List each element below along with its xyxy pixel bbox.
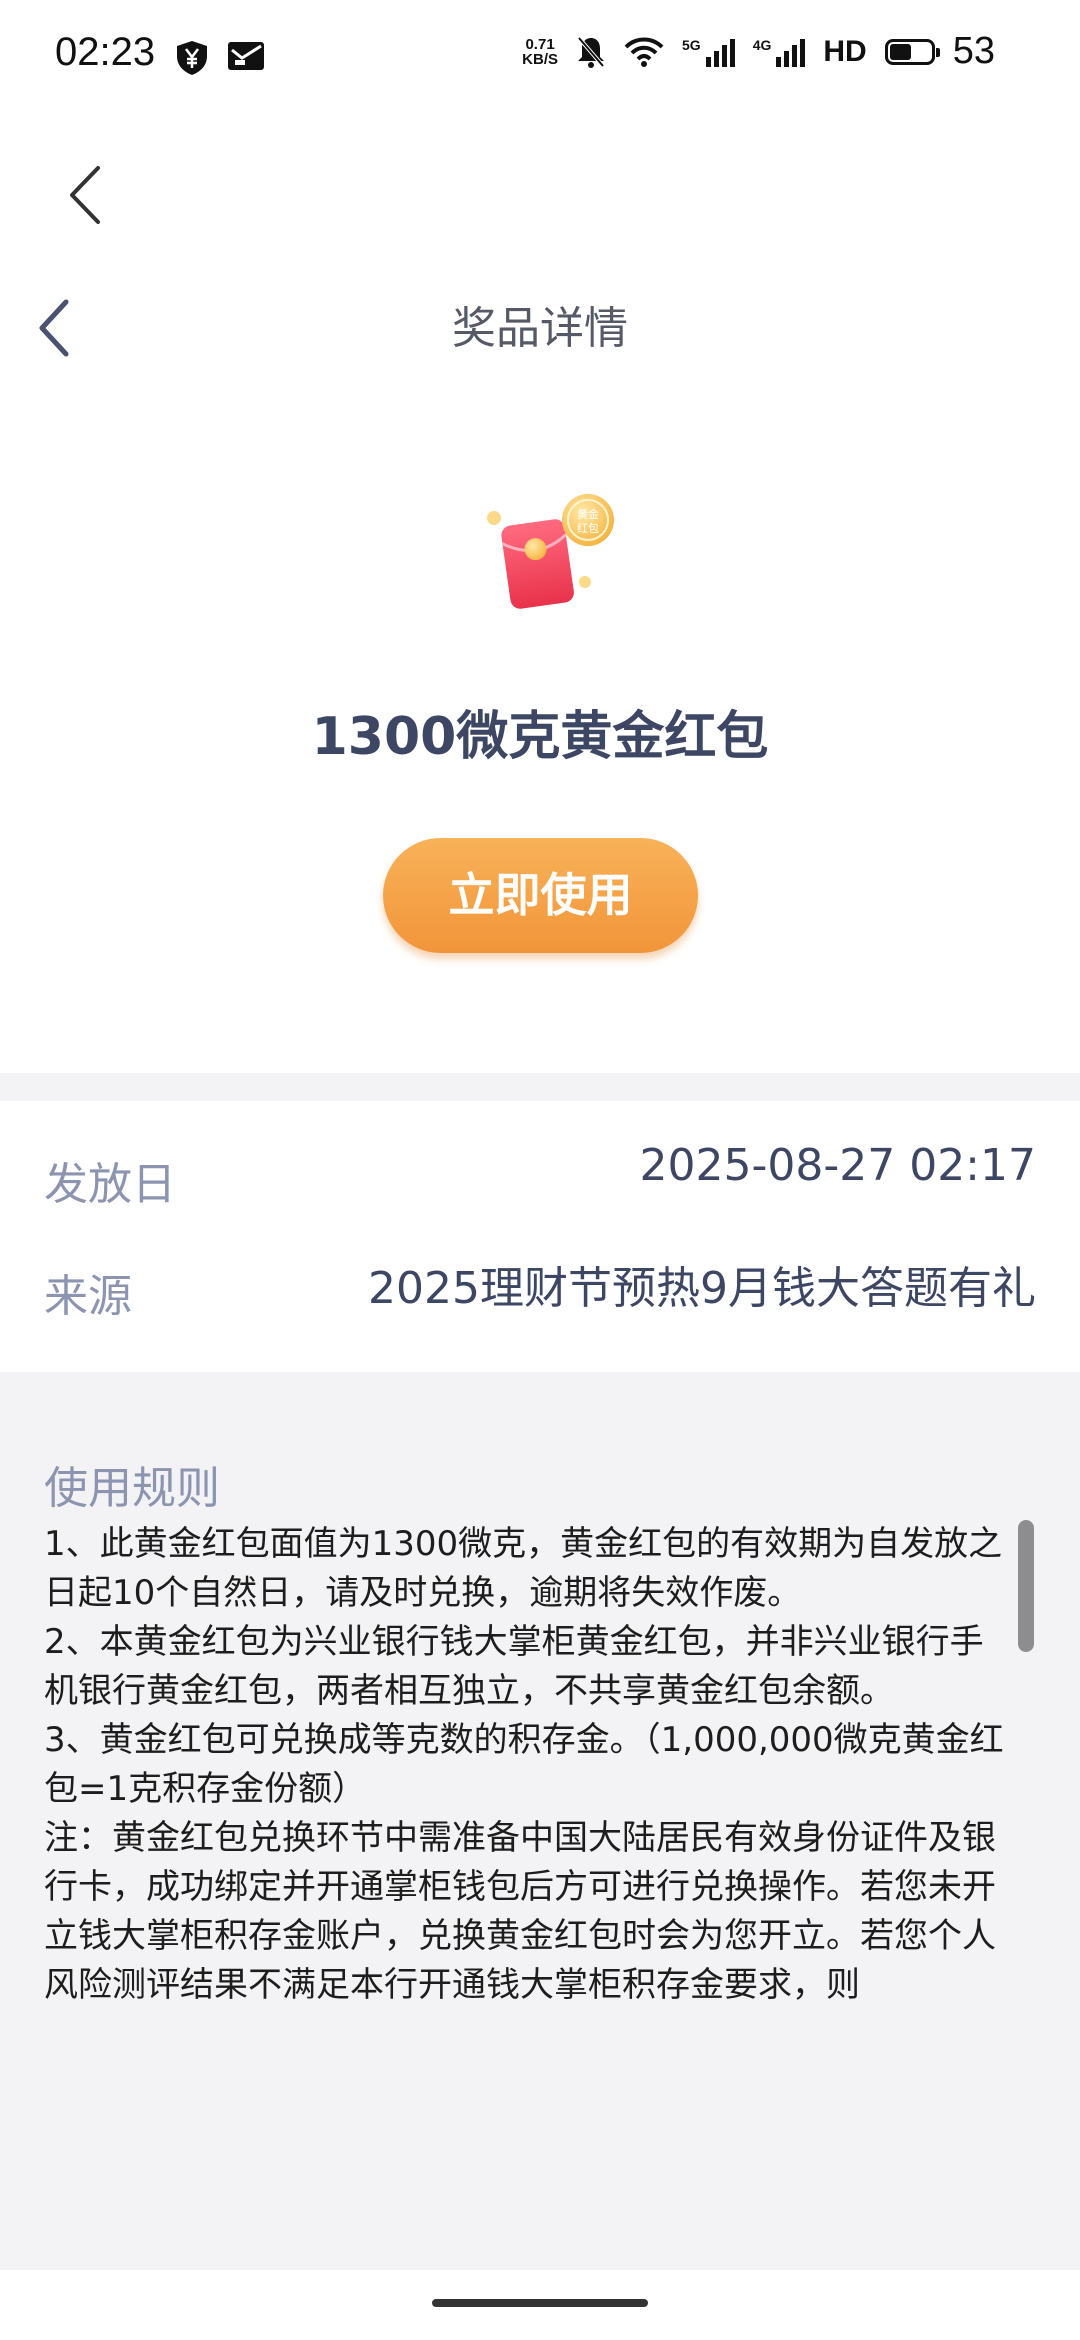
- home-indicator[interactable]: [432, 2299, 648, 2307]
- rules-title: 使用规则: [44, 1463, 220, 1514]
- net-speed: 0.71 KB/S: [522, 37, 558, 67]
- rule-paragraph: 3、黄金红包可兑换成等克数的积存金。（1,000,000微克黄金红包=1克积存金…: [44, 1720, 1004, 1809]
- net-speed-value: 0.71: [525, 35, 555, 53]
- use-now-button[interactable]: 立即使用: [383, 838, 698, 953]
- sim2-label: 4G: [752, 36, 772, 53]
- rules-scrollbar[interactable]: [1018, 1520, 1034, 1652]
- source-row: 来源 2025理财节预热9月钱大答题有礼: [0, 1242, 1080, 1332]
- signal-sim2: 4G: [753, 37, 806, 67]
- sim1-label: 5G: [682, 36, 701, 53]
- back-icon[interactable]: [60, 160, 110, 230]
- wifi-icon: [624, 37, 664, 67]
- bell-mute-icon: [577, 36, 605, 68]
- red-envelope-icon: 黄金 红包: [487, 494, 614, 609]
- rules-text[interactable]: 1、此黄金红包面值为1300微克，黄金红包的有效期为自发放之日起10个自然日，请…: [44, 1520, 1014, 2000]
- section-divider: [0, 1073, 1080, 1101]
- page-title: 奖品详情: [452, 303, 628, 354]
- battery-icon: [884, 38, 940, 65]
- source-label: 来源: [44, 1271, 132, 1322]
- prize-name: 1300微克黄金红包: [311, 707, 769, 767]
- header: 奖品详情: [0, 270, 1080, 370]
- status-left-icons: [175, 40, 265, 76]
- rule-paragraph: 2、本黄金红包为兴业银行钱大掌柜黄金红包，并非兴业银行手机银行黄金红包，两者相互…: [44, 1622, 984, 1711]
- battery-level: 53: [952, 30, 995, 72]
- issue-date-value: 2025-08-27 02:17: [639, 1140, 1037, 1191]
- battery-fill: [889, 43, 911, 60]
- shield-yen-icon: [177, 41, 207, 75]
- issue-date-row: 发放日 2025-08-27 02:17: [0, 1130, 1080, 1220]
- rules-section: 使用规则 1、此黄金红包面值为1300微克，黄金红包的有效期为自发放之日起10个…: [0, 1372, 1080, 2270]
- svg-text:黄金: 黄金: [577, 507, 599, 521]
- rule-paragraph: 1、此黄金红包面值为1300微克，黄金红包的有效期为自发放之日起10个自然日，请…: [44, 1524, 1003, 1613]
- svg-text:红包: 红包: [577, 522, 599, 535]
- issue-date-label: 发放日: [44, 1159, 176, 1210]
- status-bar: 02:23 0.71 KB/S 5G 4G HD 53: [0, 0, 1080, 120]
- status-right-icons: 0.71 KB/S 5G 4G HD 53: [522, 30, 995, 73]
- hd-label: HD: [823, 34, 867, 68]
- source-value: 2025理财节预热9月钱大答题有礼: [368, 1263, 1036, 1314]
- signal-sim1: 5G: [682, 37, 735, 67]
- mail-icon: [228, 42, 264, 70]
- status-time: 02:23: [55, 30, 156, 74]
- net-speed-unit: KB/S: [522, 50, 558, 68]
- rule-note: 注：黄金红包兑换环节中需准备中国大陆居民有效身份证件及银行卡，成功绑定并开通掌柜…: [44, 1818, 996, 2000]
